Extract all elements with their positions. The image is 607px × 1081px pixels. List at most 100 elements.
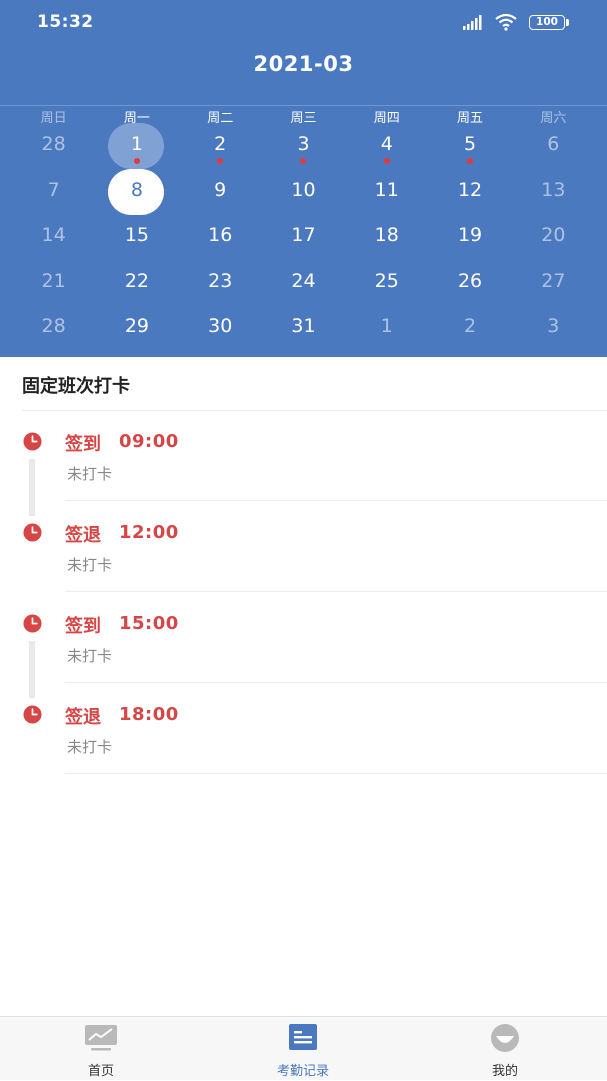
day-number: 7 [47, 178, 60, 201]
clock-icon [23, 705, 42, 724]
record-time: 09:00 [119, 431, 179, 452]
calendar-week-row: 28 29 30 31 1 2 3 [12, 305, 595, 351]
day-number: 16 [208, 224, 233, 247]
calendar-day[interactable]: 13 [512, 169, 595, 215]
record-time: 12:00 [119, 522, 179, 543]
calendar-day[interactable]: 25 [345, 260, 428, 306]
attendance-record[interactable]: 签退 18:00 未打卡 [0, 684, 607, 775]
chart-icon [84, 1023, 118, 1053]
day-number: 18 [374, 224, 399, 247]
face-icon [488, 1023, 522, 1053]
calendar-day[interactable]: 20 [512, 214, 595, 260]
day-number: 14 [41, 224, 66, 247]
calendar-day[interactable]: 1 [345, 305, 428, 351]
calendar-day[interactable]: 22 [95, 260, 178, 306]
record-status: 未打卡 [67, 556, 113, 574]
calendar-day[interactable]: 23 [179, 260, 262, 306]
calendar-day[interactable]: 9 [179, 169, 262, 215]
calendar-day[interactable]: 14 [12, 214, 95, 260]
attendance-record[interactable]: 签到 15:00 未打卡 [0, 593, 607, 698]
record-divider [65, 591, 607, 592]
day-number: 1 [130, 133, 143, 155]
attendance-record[interactable]: 签退 12:00 未打卡 [0, 502, 607, 593]
record-divider [65, 773, 607, 774]
tab-label: 首页 [87, 1064, 114, 1079]
header-divider [0, 105, 607, 106]
day-number: 23 [208, 269, 233, 292]
record-type: 签到 [65, 434, 101, 455]
calendar-day[interactable]: 4 [345, 123, 428, 169]
calendar-day[interactable]: 21 [12, 260, 95, 306]
calendar-day-selected[interactable]: 8 [95, 168, 178, 215]
calendar-week-row: 7 8 9 10 11 12 13 [12, 168, 595, 215]
calendar-day[interactable]: 6 [512, 123, 595, 169]
calendar-day[interactable]: 3 [262, 123, 345, 169]
calendar-day[interactable]: 5 [428, 123, 511, 169]
day-number: 19 [457, 224, 483, 247]
calendar-day[interactable]: 16 [179, 214, 262, 260]
calendar-day[interactable]: 30 [179, 305, 262, 351]
calendar-day[interactable]: 19 [428, 214, 511, 260]
record-type: 签退 [65, 707, 101, 728]
clock-icon [23, 432, 42, 451]
calendar-day[interactable]: 2 [179, 123, 262, 169]
day-number: 17 [291, 224, 316, 247]
calendar-day[interactable]: 26 [428, 260, 511, 306]
calendar-day[interactable]: 15 [95, 214, 178, 260]
day-number: 20 [541, 224, 566, 247]
day-number: 9 [214, 178, 227, 201]
calendar-day[interactable]: 12 [428, 169, 511, 215]
tab-label: 我的 [491, 1064, 518, 1079]
record-status: 未打卡 [67, 465, 113, 483]
record-type: 签退 [65, 525, 101, 546]
clock-icon [23, 614, 42, 633]
calendar-day[interactable]: 27 [512, 260, 595, 306]
day-number: 13 [541, 178, 566, 201]
day-number: 4 [380, 133, 393, 155]
wifi-icon [495, 13, 517, 31]
calendar-day[interactable]: 7 [12, 169, 95, 215]
calendar-day[interactable]: 29 [95, 305, 178, 351]
month-title[interactable]: 2021-03 [0, 52, 607, 76]
record-dot [133, 158, 140, 164]
day-number: 21 [41, 269, 66, 292]
battery-icon: 100 [529, 15, 565, 30]
calendar-grid: 28 1 2 3 4 5 6 7 8 9 10 11 12 13 14 15 16 17 18 19 20 21 22 23 2… [12, 123, 595, 351]
calendar-day[interactable]: 28 [12, 123, 95, 169]
calendar-day[interactable]: 2 [428, 305, 511, 351]
day-number: 15 [124, 224, 150, 247]
record-status: 未打卡 [67, 647, 113, 665]
record-divider [65, 500, 607, 501]
signal-icon [463, 15, 482, 30]
tab-attendance[interactable]: 考勤记录 [202, 1017, 404, 1081]
calendar-week-row: 21 22 23 24 25 26 27 [12, 260, 595, 306]
calendar-day[interactable]: 31 [262, 305, 345, 351]
record-divider [65, 682, 607, 683]
day-number: 29 [124, 315, 150, 338]
calendar-day[interactable]: 11 [345, 169, 428, 215]
attendance-record[interactable]: 签到 09:00 未打卡 [0, 411, 607, 516]
record-type: 签到 [65, 616, 101, 637]
day-number: 6 [547, 133, 560, 155]
calendar-day[interactable]: 28 [12, 305, 95, 351]
tab-home[interactable]: 首页 [0, 1017, 202, 1081]
tab-me[interactable]: 我的 [404, 1017, 606, 1081]
calendar-day-today[interactable]: 1 [95, 123, 178, 169]
day-number: 11 [374, 178, 399, 201]
calendar-day[interactable]: 24 [262, 260, 345, 306]
calendar-week-row: 28 1 2 3 4 5 6 [12, 123, 595, 169]
bottom-tab-bar: 首页 考勤记录 我的 [0, 1016, 607, 1080]
calendar-day[interactable]: 3 [512, 305, 595, 351]
status-icons: 100 [463, 12, 573, 32]
record-dot [300, 158, 307, 164]
day-number: 8 [130, 178, 143, 201]
tab-label: 考勤记录 [276, 1064, 329, 1079]
calendar-day[interactable]: 10 [262, 169, 345, 215]
calendar-day[interactable]: 17 [262, 214, 345, 260]
day-number: 31 [291, 315, 316, 338]
day-number: 25 [374, 269, 399, 292]
day-number: 3 [297, 133, 310, 155]
record-dot [466, 158, 473, 164]
calendar-day[interactable]: 18 [345, 214, 428, 260]
calendar-week-row: 14 15 16 17 18 19 20 [12, 214, 595, 260]
